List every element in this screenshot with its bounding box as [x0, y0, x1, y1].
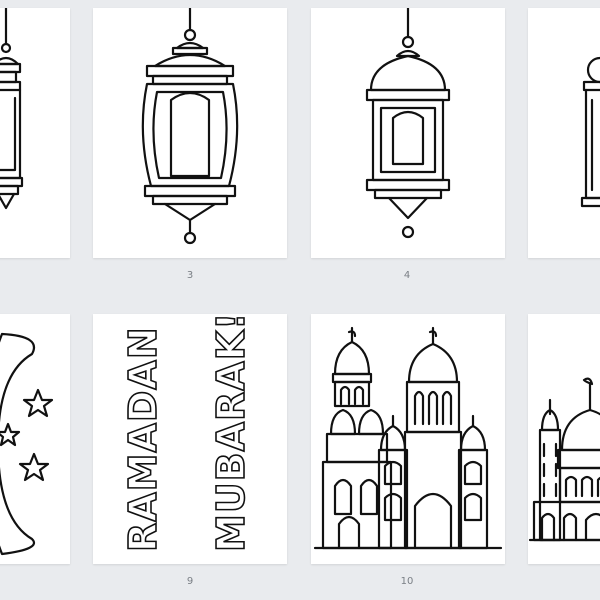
page-number: 4: [403, 270, 411, 281]
page-thumbnail-3[interactable]: [93, 8, 287, 258]
page-thumbnail-lantern-right[interactable]: [528, 8, 600, 258]
mosque-illustration: [528, 377, 600, 542]
mosque-illustration: [313, 326, 503, 550]
ramadan-mubarak-illustration: RAMADAN MUBARAK!: [120, 314, 254, 553]
lantern-illustration: [580, 56, 600, 208]
page-number: 10: [400, 576, 414, 587]
page-thumbnail-10[interactable]: [311, 314, 505, 564]
lantern-illustration: [0, 8, 24, 210]
ramadan-text: RAMADAN: [121, 326, 165, 552]
page-number: 3: [186, 270, 194, 281]
mubarak-text: MUBARAK!: [209, 314, 253, 552]
page-thumbnail-4[interactable]: [311, 8, 505, 258]
page-thumbnail-crescent[interactable]: [0, 314, 70, 564]
page-thumbnail-mosque-right[interactable]: [528, 314, 600, 564]
crescent-moon-illustration: [0, 332, 54, 556]
lantern-illustration: [365, 8, 451, 239]
lantern-illustration: [141, 8, 239, 245]
page-thumbnail-9[interactable]: RAMADAN MUBARAK!: [93, 314, 287, 564]
page-thumbnail-lantern-left[interactable]: [0, 8, 70, 258]
page-number: 9: [186, 576, 194, 587]
